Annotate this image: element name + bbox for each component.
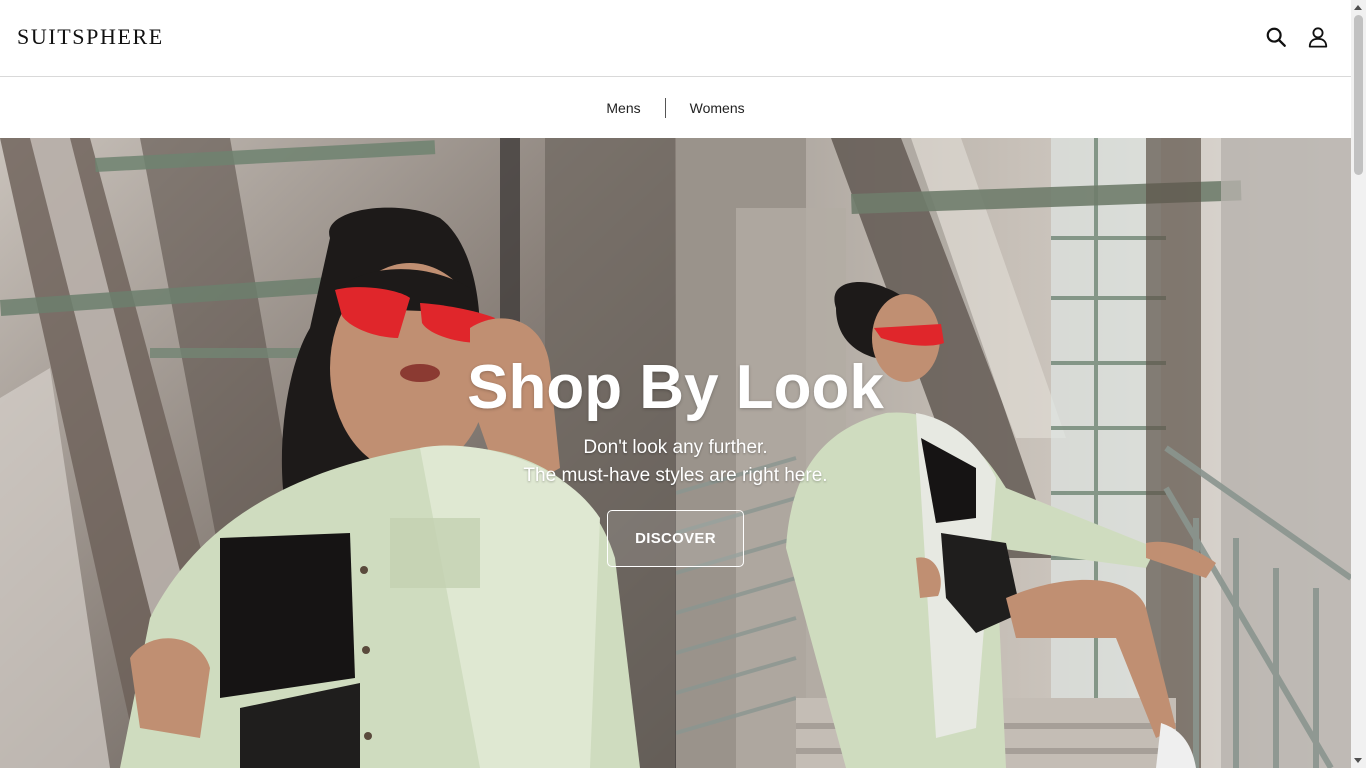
page-scrollbar[interactable] — [1351, 0, 1366, 768]
header-actions — [1265, 26, 1329, 48]
scroll-thumb[interactable] — [1354, 15, 1363, 175]
site-header: SUITSPHERE — [0, 0, 1351, 77]
user-icon[interactable] — [1307, 26, 1329, 48]
scroll-down-arrow-icon[interactable] — [1354, 758, 1362, 763]
site-logo[interactable]: SUITSPHERE — [17, 26, 164, 48]
nav-item-mens[interactable]: Mens — [582, 98, 664, 118]
discover-button[interactable]: DISCOVER — [607, 510, 744, 567]
nav-item-womens[interactable]: Womens — [666, 98, 769, 118]
category-nav: Mens Womens — [0, 77, 1351, 138]
hero-image-left — [0, 138, 676, 768]
hero-banner: Shop By Look Don't look any further. The… — [0, 138, 1351, 768]
scroll-up-arrow-icon[interactable] — [1354, 5, 1362, 10]
page: SUITSPHERE Mens Womens Shop By Look Don'… — [0, 0, 1351, 768]
search-icon[interactable] — [1265, 26, 1287, 48]
hero-image-right — [676, 138, 1351, 768]
